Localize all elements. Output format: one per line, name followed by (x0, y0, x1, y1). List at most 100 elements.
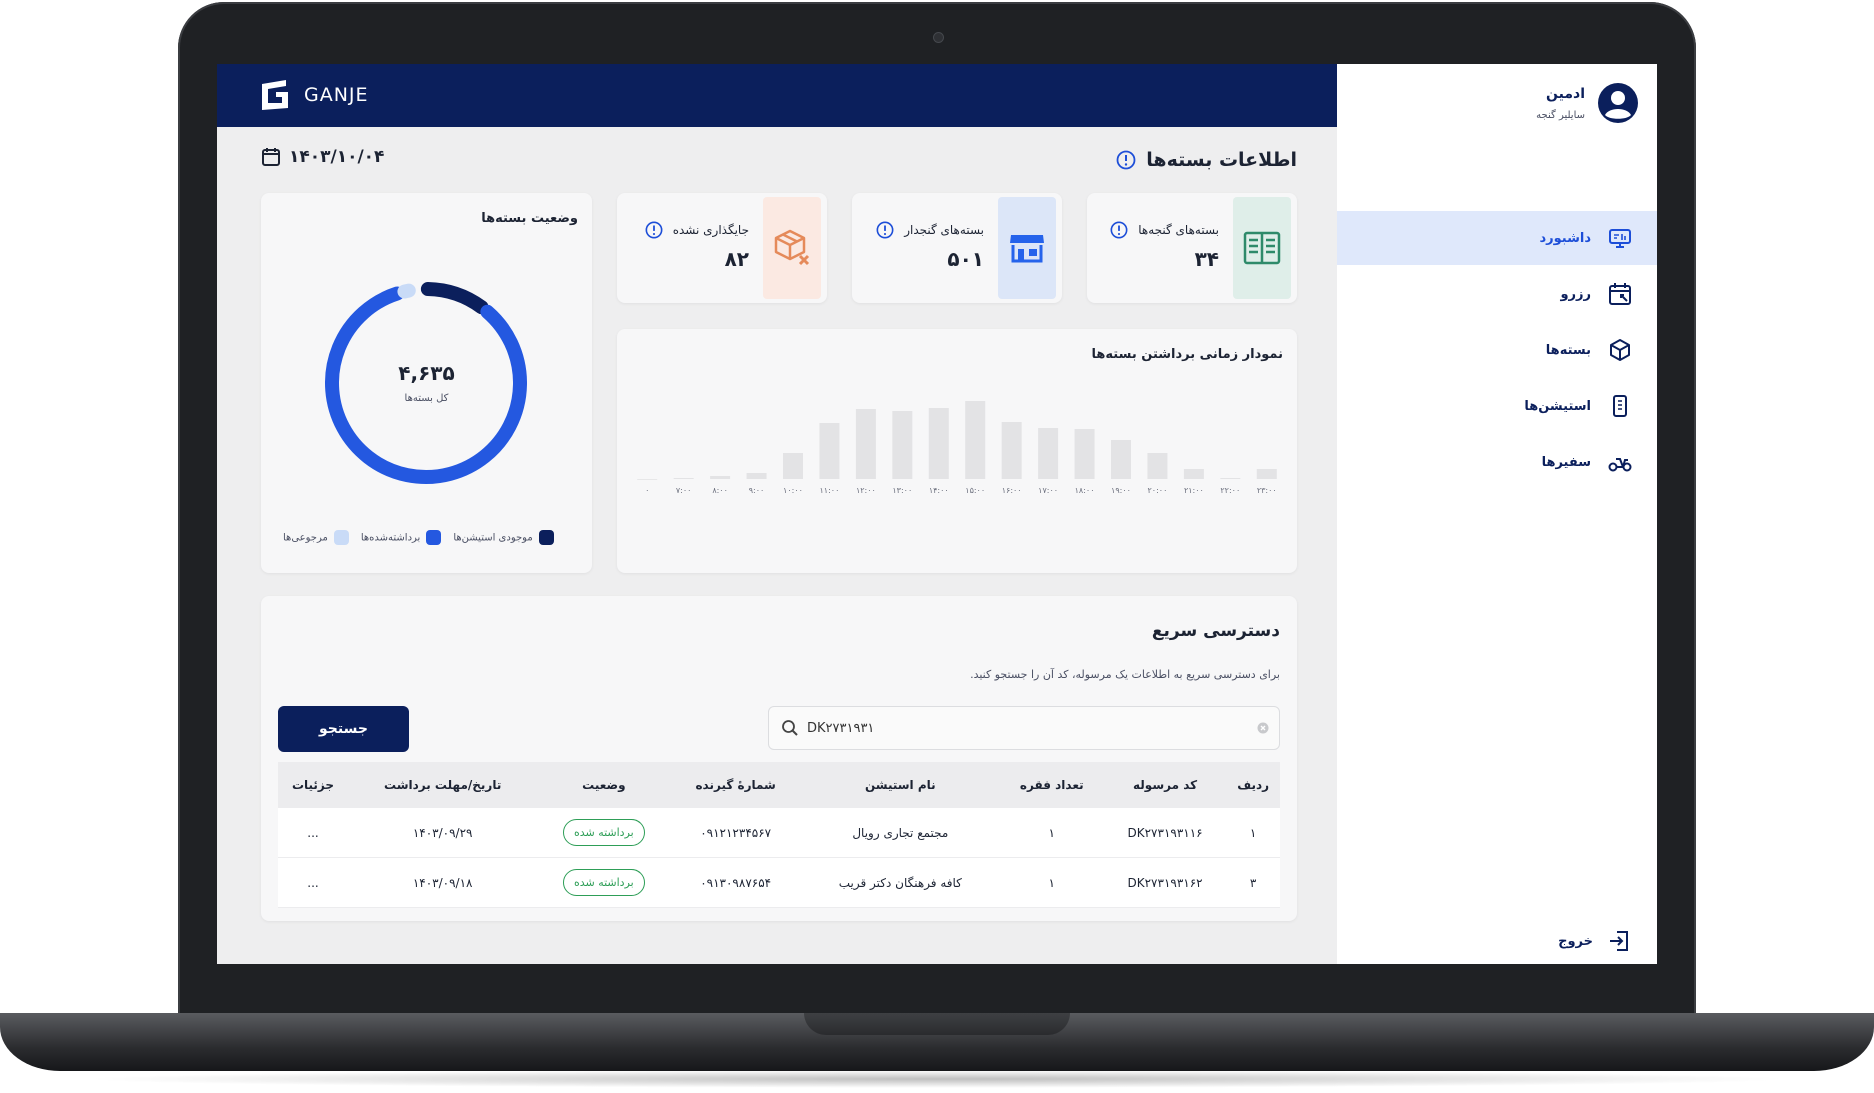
cell-status: برداشته شده (537, 808, 671, 858)
stat-card-ganjdar-packages[interactable]: بسته‌های گنجدار ۵۰۱ (852, 193, 1062, 303)
sidebar-item-dashboard[interactable]: داشبورد (1337, 211, 1657, 265)
laptop-shadow (80, 1070, 1794, 1088)
package-status-card: وضعیت بسته‌ها ۴,۶۳۵ کل بسته‌ها موجودی اس… (261, 193, 592, 573)
chart-bar[interactable] (637, 479, 658, 480)
stat-icon-box (763, 197, 821, 299)
chart-bar[interactable] (1111, 440, 1131, 479)
chart-bar[interactable] (783, 453, 803, 479)
details-button[interactable]: ... (278, 857, 348, 908)
donut-segment[interactable] (420, 282, 489, 315)
logout-icon (1610, 931, 1628, 951)
legend-swatch (538, 530, 554, 545)
cell-item-count: ۱ (999, 808, 1104, 858)
stat-card-unplaced[interactable]: جایگذاری نشده ۸۲ (617, 193, 827, 303)
box-x-icon (774, 229, 810, 266)
column-header: نام استیشن (801, 762, 1000, 808)
sidebar-item-stations[interactable]: استیشن‌ها (1337, 379, 1657, 433)
search-input[interactable] (805, 707, 1229, 749)
x-tick-label: ۱۱:۰۰ (819, 486, 839, 495)
clear-icon[interactable] (1257, 722, 1269, 734)
chart-bar[interactable] (819, 423, 840, 479)
search-field[interactable] (768, 706, 1280, 750)
cell-row-number: ۱ (1226, 808, 1280, 858)
sidebar-item-label: سفیرها (1541, 454, 1591, 470)
sidebar-item-label: رزرو (1560, 286, 1591, 302)
chart-bar[interactable] (710, 476, 731, 479)
legend-label: موجودی استیشن‌ها (453, 532, 533, 544)
column-header: شمارهٔ گیرنده (670, 762, 802, 808)
stat-value: ۸۲ (724, 247, 749, 271)
legend-label: مرجوعی‌ها (283, 532, 328, 544)
column-header: کد مرسوله (1103, 762, 1227, 808)
info-icon[interactable] (876, 221, 894, 239)
chart-bar[interactable] (1147, 453, 1168, 479)
sidebar-item-packages[interactable]: بسته‌ها (1337, 323, 1657, 377)
logo-icon (262, 80, 288, 110)
user-profile[interactable]: ادمین سایلیر گنجه (1536, 82, 1639, 124)
table-row[interactable]: ۱ DK۲۷۳۱۹۳۱۱۶ ۱ مجتمع تجاری رویال ۰۹۱۲۱۲… (278, 808, 1280, 858)
chart-bar[interactable] (1183, 469, 1204, 479)
info-icon[interactable] (1116, 150, 1136, 170)
legend-item: موجودی استیشن‌ها (453, 530, 554, 545)
cell-pickup-date: ۱۴۰۳/۰۹/۲۹ (348, 808, 538, 858)
x-tick-label: ۱۶:۰۰ (1002, 486, 1022, 495)
chart-bar[interactable] (965, 401, 986, 479)
chart-bar[interactable] (855, 409, 876, 479)
x-tick-label: ۷:۰۰ (676, 486, 692, 495)
pickup-time-bar-chart: ۰ ۷:۰۰ ۸:۰۰ ۹:۰۰ ۱۰:۰۰ ۱۱:۰۰ ۱۲:۰۰ ۱۳:۰۰ ۱۴:۰۰ ۱۵… (637, 401, 1277, 495)
x-tick-label: ۲۳:۰۰ (1257, 486, 1277, 495)
column-header: تاریخ/مهلت برداشت (348, 762, 538, 808)
donut-legend: موجودی استیشن‌ها برداشته‌شده‌ها مرجوعی‌ه… (283, 530, 554, 545)
donut-segment[interactable] (397, 283, 416, 299)
table-row[interactable]: ۳ DK۲۷۳۱۹۳۱۶۲ ۱ کافه فرهنگان دکتر قریب ۰… (278, 857, 1280, 908)
x-tick-label: ۱۸:۰۰ (1075, 486, 1095, 495)
cell-status: برداشته شده (537, 857, 671, 908)
chart-bar[interactable] (892, 411, 913, 479)
laptop-notch (804, 1013, 1070, 1035)
store-icon (1010, 235, 1044, 263)
cell-pickup-date: ۱۴۰۳/۰۹/۱۸ (348, 857, 538, 908)
chart-bar[interactable] (1220, 478, 1241, 479)
info-icon[interactable] (1110, 221, 1128, 239)
search-button[interactable]: جستجو (278, 706, 409, 752)
sidebar-item-label: داشبورد (1539, 230, 1591, 246)
date-display[interactable]: ۱۴۰۳/۱۰/۰۴ (261, 147, 384, 167)
chart-bar[interactable] (928, 408, 949, 479)
chart-bar[interactable] (746, 473, 767, 479)
donut-segment[interactable] (325, 286, 527, 484)
cell-shipment-code: DK۲۷۳۱۹۳۱۱۶ (1103, 808, 1227, 858)
x-tick-label: ۲۲:۰۰ (1220, 486, 1240, 495)
courier-icon (1608, 458, 1632, 472)
brand-logo[interactable]: GANJE (256, 76, 369, 114)
quick-access-title: دسترسی سریع (1151, 621, 1280, 641)
quick-access-subtitle: برای دسترسی سریع به اطلاعات یک مرسوله، ک… (970, 668, 1280, 681)
status-badge: برداشته شده (562, 819, 645, 846)
x-tick-label: ۰ (645, 486, 649, 495)
donut-total: ۴,۶۳۵ (398, 361, 455, 385)
legend-item: برداشته‌شده‌ها (361, 530, 442, 545)
logout-button[interactable]: خروج (1558, 928, 1633, 954)
chart-bar[interactable] (1074, 429, 1095, 479)
user-avatar-icon (1598, 83, 1638, 123)
chart-bar[interactable] (1038, 428, 1059, 479)
table-header-row: ردیف کد مرسوله تعداد فقره نام استیشن شما… (278, 762, 1280, 808)
stat-label: جایگذاری نشده (645, 221, 749, 239)
info-icon[interactable] (645, 221, 663, 239)
chart-bar[interactable] (1256, 469, 1277, 479)
status-badge: برداشته شده (562, 869, 645, 896)
sidebar-item-label: بسته‌ها (1545, 342, 1591, 358)
donut-title: وضعیت بسته‌ها (481, 211, 578, 226)
pickup-time-chart-card: نمودار زمانی برداشتن بسته‌ها ۰ ۷:۰۰ ۸:۰۰ ۹:… (617, 329, 1297, 573)
stat-value: ۳۴ (1194, 247, 1219, 271)
stat-label: بسته‌های گنجدار (876, 221, 984, 239)
laptop-camera (933, 32, 944, 43)
stat-card-ganje-packages[interactable]: بسته‌های گنجه‌ها ۳۴ (1087, 193, 1297, 303)
details-button[interactable]: ... (278, 808, 348, 858)
chart-bar[interactable] (1001, 422, 1022, 479)
column-header: وضعیت (537, 762, 671, 808)
sidebar-item-couriers[interactable]: سفیرها (1337, 435, 1657, 489)
book-icon (1243, 231, 1281, 265)
sidebar-nav: داشبورد رزرو بسته‌ها استیشن‌ها سفیرها (1337, 211, 1657, 491)
chart-bar[interactable] (673, 478, 694, 479)
sidebar-item-reserve[interactable]: رزرو (1337, 267, 1657, 321)
